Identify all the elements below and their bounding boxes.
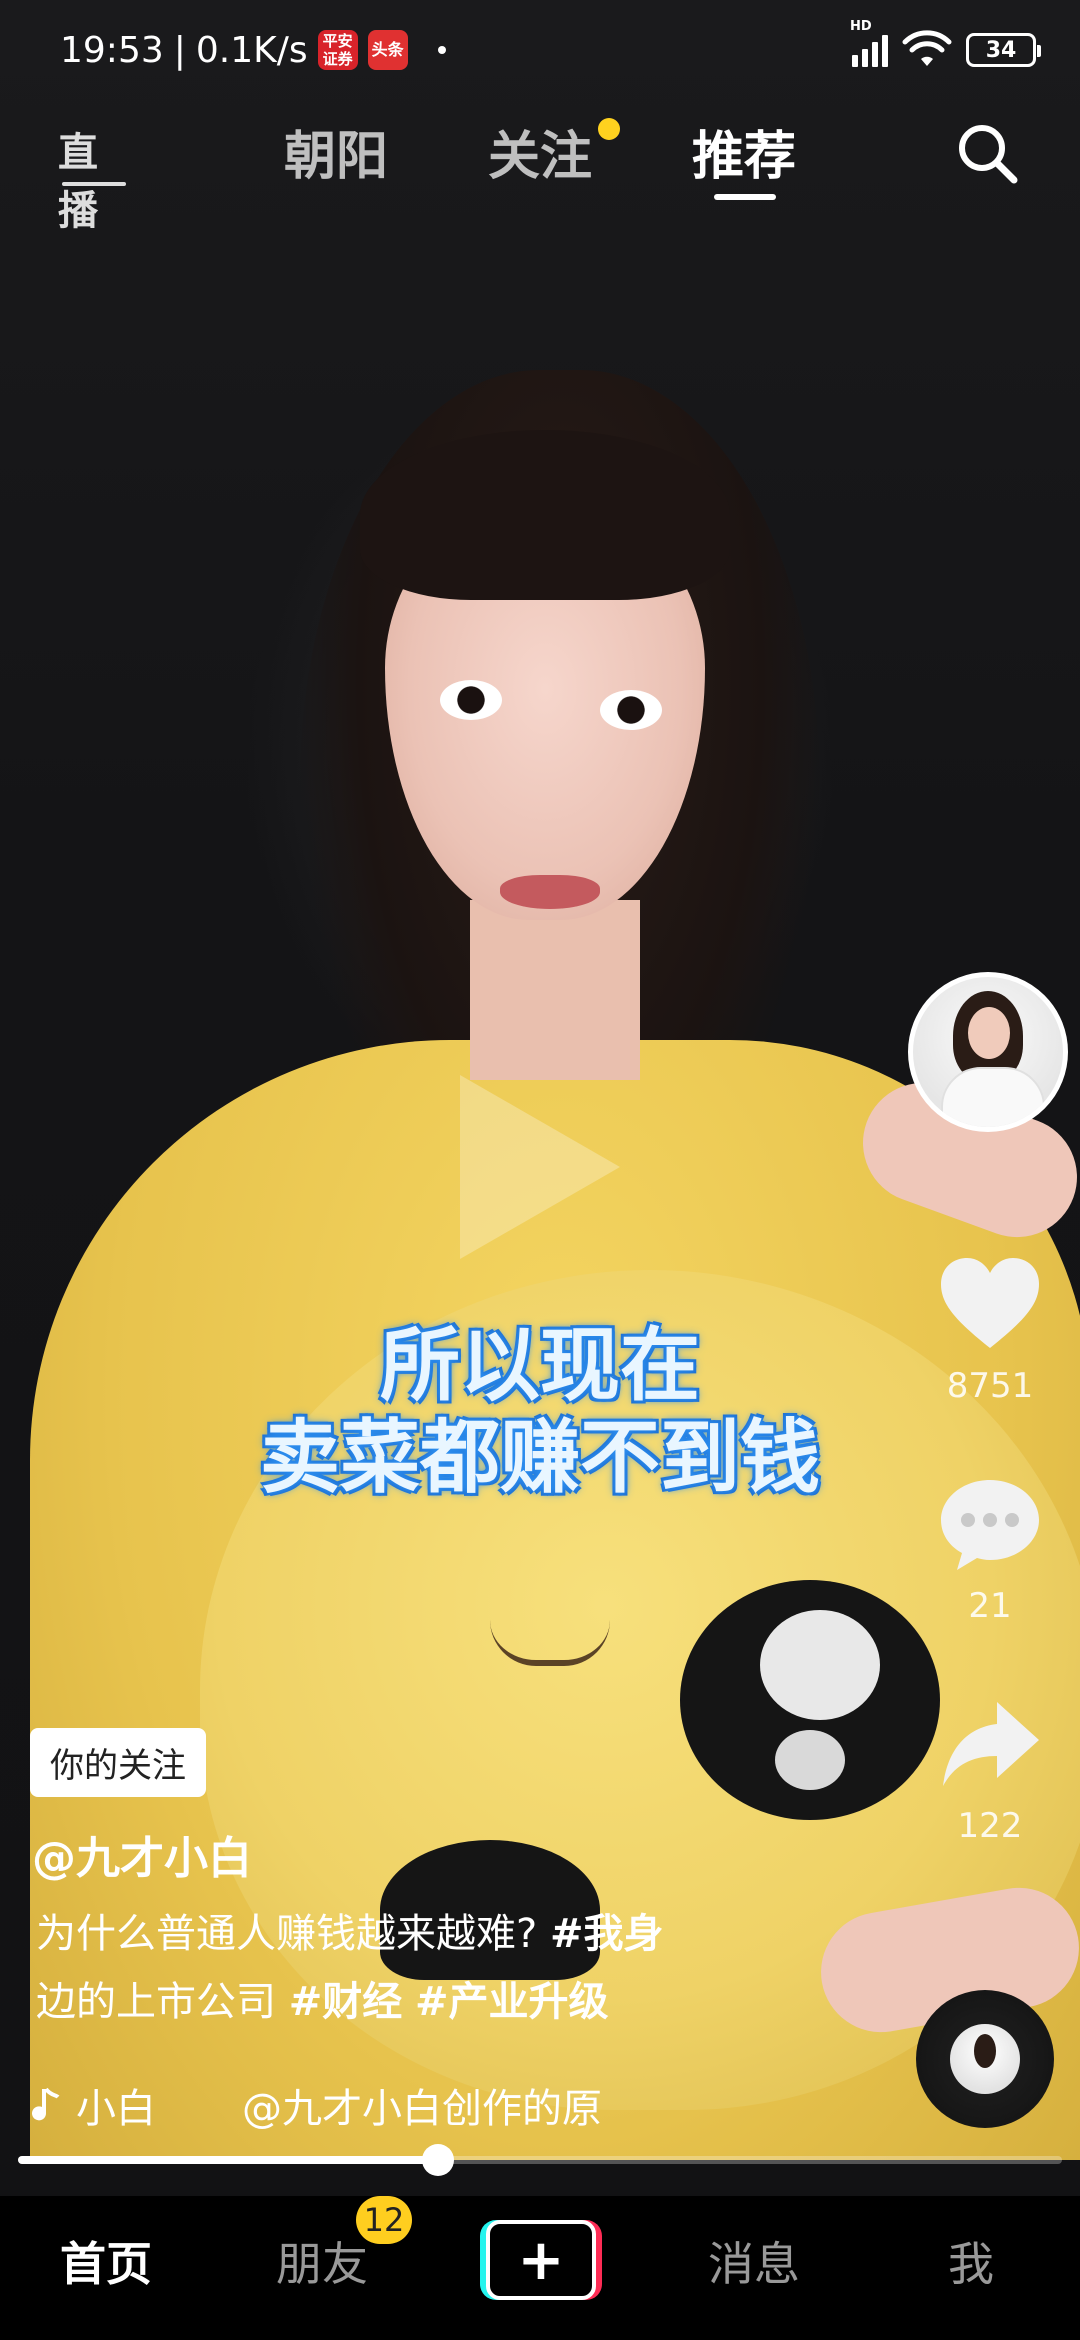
status-bar: 19:53 | 0.1K/s 平安证券 头条 HD 34 — [0, 0, 1080, 100]
status-network-speed: 0.1K/s — [195, 29, 308, 71]
author-avatar[interactable] — [908, 972, 1068, 1132]
music-info[interactable]: 小白 @九才小白创作的原 — [32, 2076, 892, 2134]
live-label: 直播 — [58, 130, 98, 234]
hd-label: HD — [850, 19, 872, 34]
friends-notification-badge: 12 — [356, 2196, 412, 2244]
hashtag-industry-upgrade[interactable]: #产业升级 — [415, 1979, 609, 2025]
video-plush-eye — [680, 1580, 940, 1820]
hashtag-my-listed-company[interactable]: #我身 — [550, 1911, 664, 1957]
video-description[interactable]: 为什么普通人赚钱越来越难? #我身 边的上市公司 #财经 #产业升级 — [36, 1900, 796, 2036]
plus-icon: + — [486, 2220, 596, 2300]
your-following-tag: 你的关注 — [30, 1728, 206, 1797]
create-button[interactable]: + — [480, 2220, 602, 2300]
battery-icon: 34 — [966, 33, 1041, 67]
share-count: 122 — [957, 1806, 1023, 1846]
video-person-lips — [500, 875, 600, 909]
wifi-icon — [902, 30, 952, 66]
comment-button[interactable]: 21 — [920, 1470, 1060, 1626]
share-arrow-icon — [943, 1702, 1039, 1786]
nav-me[interactable]: 我 — [948, 2228, 994, 2294]
video-subtitle: 所以现在 卖菜都赚不到钱 — [0, 1320, 1080, 1504]
video-person-eye-right — [600, 690, 662, 730]
tab-recommended[interactable]: 推荐 — [692, 114, 796, 189]
active-tab-indicator — [714, 194, 776, 200]
video-subtitle-line-1: 所以现在 — [380, 1319, 700, 1412]
video-progress-thumb[interactable] — [421, 2144, 454, 2176]
pingan-app-icon: 平安证券 — [317, 30, 358, 70]
top-navigation: 直播 朝阳 关注 推荐 — [0, 100, 1080, 234]
live-tv-icon — [62, 182, 126, 186]
video-person-bangs — [360, 430, 730, 600]
video-subtitle-line-2: 卖菜都赚不到钱 — [260, 1411, 820, 1504]
battery-level: 34 — [985, 37, 1017, 63]
more-notifications-dot-icon — [437, 46, 446, 54]
tab-chaoyang[interactable]: 朝阳 — [284, 114, 388, 189]
description-text-1: 为什么普通人赚钱越来越难? — [36, 1911, 550, 1957]
nav-friends[interactable]: 朋友 — [276, 2228, 368, 2294]
music-title: @九才小白创作的原 — [242, 2086, 602, 2132]
like-count: 8751 — [946, 1366, 1034, 1406]
nav-home[interactable]: 首页 — [60, 2228, 152, 2294]
search-icon[interactable] — [952, 118, 1022, 188]
heart-icon — [941, 1258, 1039, 1348]
comment-icon — [941, 1480, 1039, 1570]
live-button[interactable]: 直播 — [58, 108, 130, 234]
author-name[interactable]: @九才小白 — [32, 1822, 252, 1886]
video-person-eye-left — [440, 680, 502, 720]
music-disc[interactable] — [916, 1990, 1080, 2128]
play-icon[interactable] — [460, 1075, 620, 1259]
video-progress-fill — [18, 2156, 438, 2164]
music-note-icon — [32, 2087, 60, 2121]
share-button[interactable]: 122 — [920, 1690, 1060, 1846]
app-screen: 所以现在 卖菜都赚不到钱 19:53 | 0.1K/s 平安证券 头条 HD 3… — [0, 0, 1080, 2340]
music-author: 小白 — [76, 2086, 156, 2132]
comment-count: 21 — [968, 1586, 1012, 1626]
tab-following[interactable]: 关注 — [488, 114, 592, 189]
nav-messages[interactable]: 消息 — [708, 2228, 800, 2294]
like-button[interactable]: 8751 — [920, 1250, 1060, 1406]
status-time: 19:53 — [60, 29, 164, 71]
video-progress-bar[interactable] — [18, 2144, 1062, 2176]
description-text-2: 边的上市公司 — [36, 1979, 289, 2025]
video-person-neck — [470, 900, 640, 1080]
cellular-signal-icon: HD — [850, 19, 888, 67]
hashtag-finance[interactable]: #财经 — [289, 1979, 403, 2025]
following-new-dot — [598, 118, 620, 140]
toutiao-app-icon: 头条 — [367, 30, 408, 70]
music-cover — [950, 2024, 1020, 2094]
